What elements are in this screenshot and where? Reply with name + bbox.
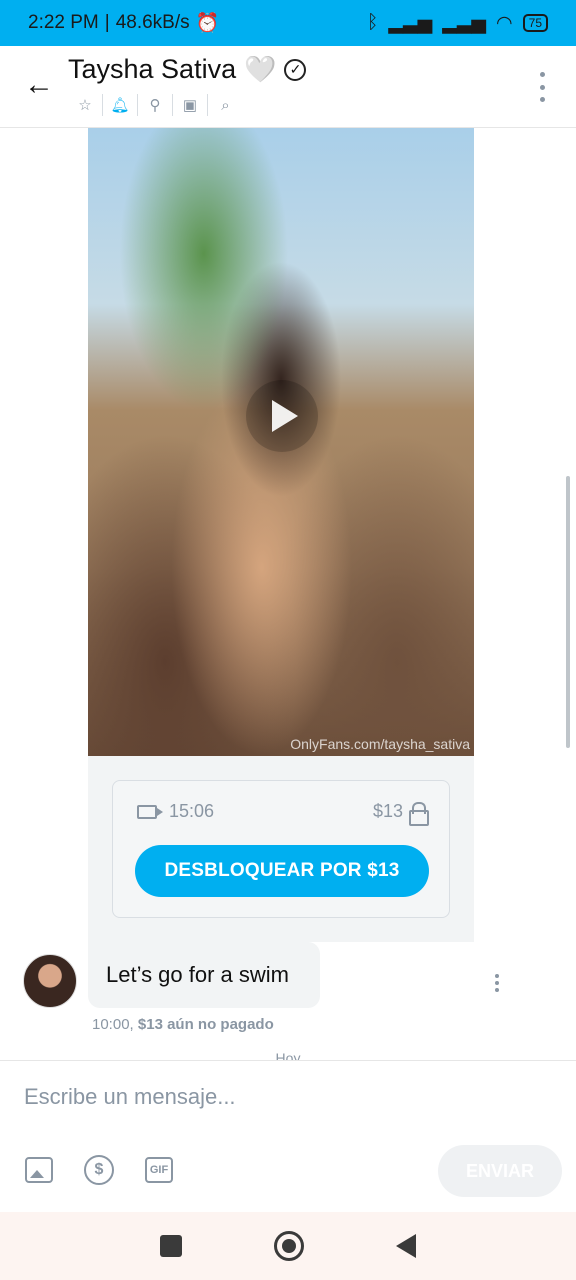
unlock-button[interactable]: DESBLOQUEAR POR $13 <box>135 845 429 897</box>
system-nav-bar <box>0 1212 576 1280</box>
message-input[interactable] <box>24 1077 544 1117</box>
header-actions: ☆ 🔔︎ ⚲ ▣ ⌕ <box>68 94 243 116</box>
chat-header: ← Taysha Sativa 🤍 ✓ ☆ 🔔︎ ⚲ ▣ ⌕ <box>0 46 576 128</box>
wifi-icon: ◠ <box>496 12 513 34</box>
status-speed: 48.6kB/s <box>115 12 190 33</box>
back-icon[interactable] <box>396 1234 416 1258</box>
status-left: 2:22 PM | 48.6kB/s ⏰ <box>28 11 219 35</box>
day-separator: Hoy <box>275 1050 301 1060</box>
status-time: 2:22 PM <box>28 12 99 33</box>
status-right: ᛒ ▂▃▅ ▂▃▅ ◠ 75 <box>367 12 548 35</box>
video-watermark: OnlyFans.com/taysha_sativa <box>290 736 470 752</box>
back-arrow-icon[interactable]: ← <box>22 68 56 102</box>
title-row: Taysha Sativa 🤍 ✓ <box>68 54 307 85</box>
message-composer: $ GIF ENVIAR <box>0 1060 576 1212</box>
battery-icon: 75 <box>522 14 548 32</box>
video-duration: 15:06 <box>169 801 215 821</box>
message-time: 10:00, <box>92 1016 134 1033</box>
recent-apps-icon[interactable] <box>160 1235 182 1257</box>
media-price: $13 <box>372 801 403 821</box>
dollar-icon: $ <box>84 1155 114 1185</box>
media-icon[interactable]: ▣ <box>173 94 208 116</box>
message-options-icon[interactable] <box>494 974 500 992</box>
more-options-icon[interactable] <box>532 72 552 102</box>
image-upload-button[interactable] <box>24 1155 54 1185</box>
composer-tools: $ GIF <box>24 1155 174 1185</box>
tip-button[interactable]: $ <box>84 1155 114 1185</box>
locked-media-card: 15:06 $13 DESBLOQUEAR POR $13 <box>112 780 450 918</box>
bell-icon[interactable]: 🔔︎ <box>103 94 138 116</box>
message-bubble[interactable]: Let’s go for a swim <box>88 942 320 1008</box>
message-meta: 10:00, $13 aún no pagado <box>92 1016 274 1033</box>
locked-media-panel: 15:06 $13 DESBLOQUEAR POR $13 <box>88 756 474 942</box>
message-payment-status: $13 aún no pagado <box>137 1016 274 1033</box>
signal-icon: ▂▃▅ <box>388 12 433 34</box>
star-icon[interactable]: ☆ <box>68 94 103 116</box>
search-icon[interactable]: ⌕ <box>208 94 243 116</box>
gif-icon: GIF <box>145 1157 173 1183</box>
play-icon[interactable] <box>246 380 318 452</box>
scrollbar[interactable] <box>566 476 570 748</box>
chat-area[interactable]: OnlyFans.com/taysha_sativa 15:06 $13 DES… <box>0 128 576 1060</box>
video-thumbnail[interactable]: OnlyFans.com/taysha_sativa <box>88 128 474 756</box>
status-bar: 2:22 PM | 48.6kB/s ⏰ ᛒ ▂▃▅ ▂▃▅ ◠ 75 <box>0 0 576 46</box>
heart-emoji: 🤍 <box>244 54 277 84</box>
verified-icon: ✓ <box>284 58 307 81</box>
contact-name[interactable]: Taysha Sativa <box>68 54 236 85</box>
gif-button[interactable]: GIF <box>144 1155 174 1185</box>
status-divider: | <box>104 12 110 33</box>
message-text: Let’s go for a swim <box>106 962 290 987</box>
bluetooth-icon: ᛒ <box>366 12 379 33</box>
price-group: $13 <box>372 801 429 826</box>
image-icon <box>25 1157 53 1183</box>
locked-media-meta: 15:06 $13 <box>137 801 429 826</box>
video-camera-icon <box>137 804 163 819</box>
alarm-icon: ⏰ <box>195 13 220 34</box>
signal-icon-2: ▂▃▅ <box>442 12 487 34</box>
home-icon[interactable] <box>274 1231 304 1261</box>
avatar[interactable] <box>23 954 77 1008</box>
lock-icon <box>409 801 429 826</box>
duration-group: 15:06 <box>137 801 214 822</box>
send-button[interactable]: ENVIAR <box>438 1145 562 1197</box>
pin-icon[interactable]: ⚲ <box>138 94 173 116</box>
